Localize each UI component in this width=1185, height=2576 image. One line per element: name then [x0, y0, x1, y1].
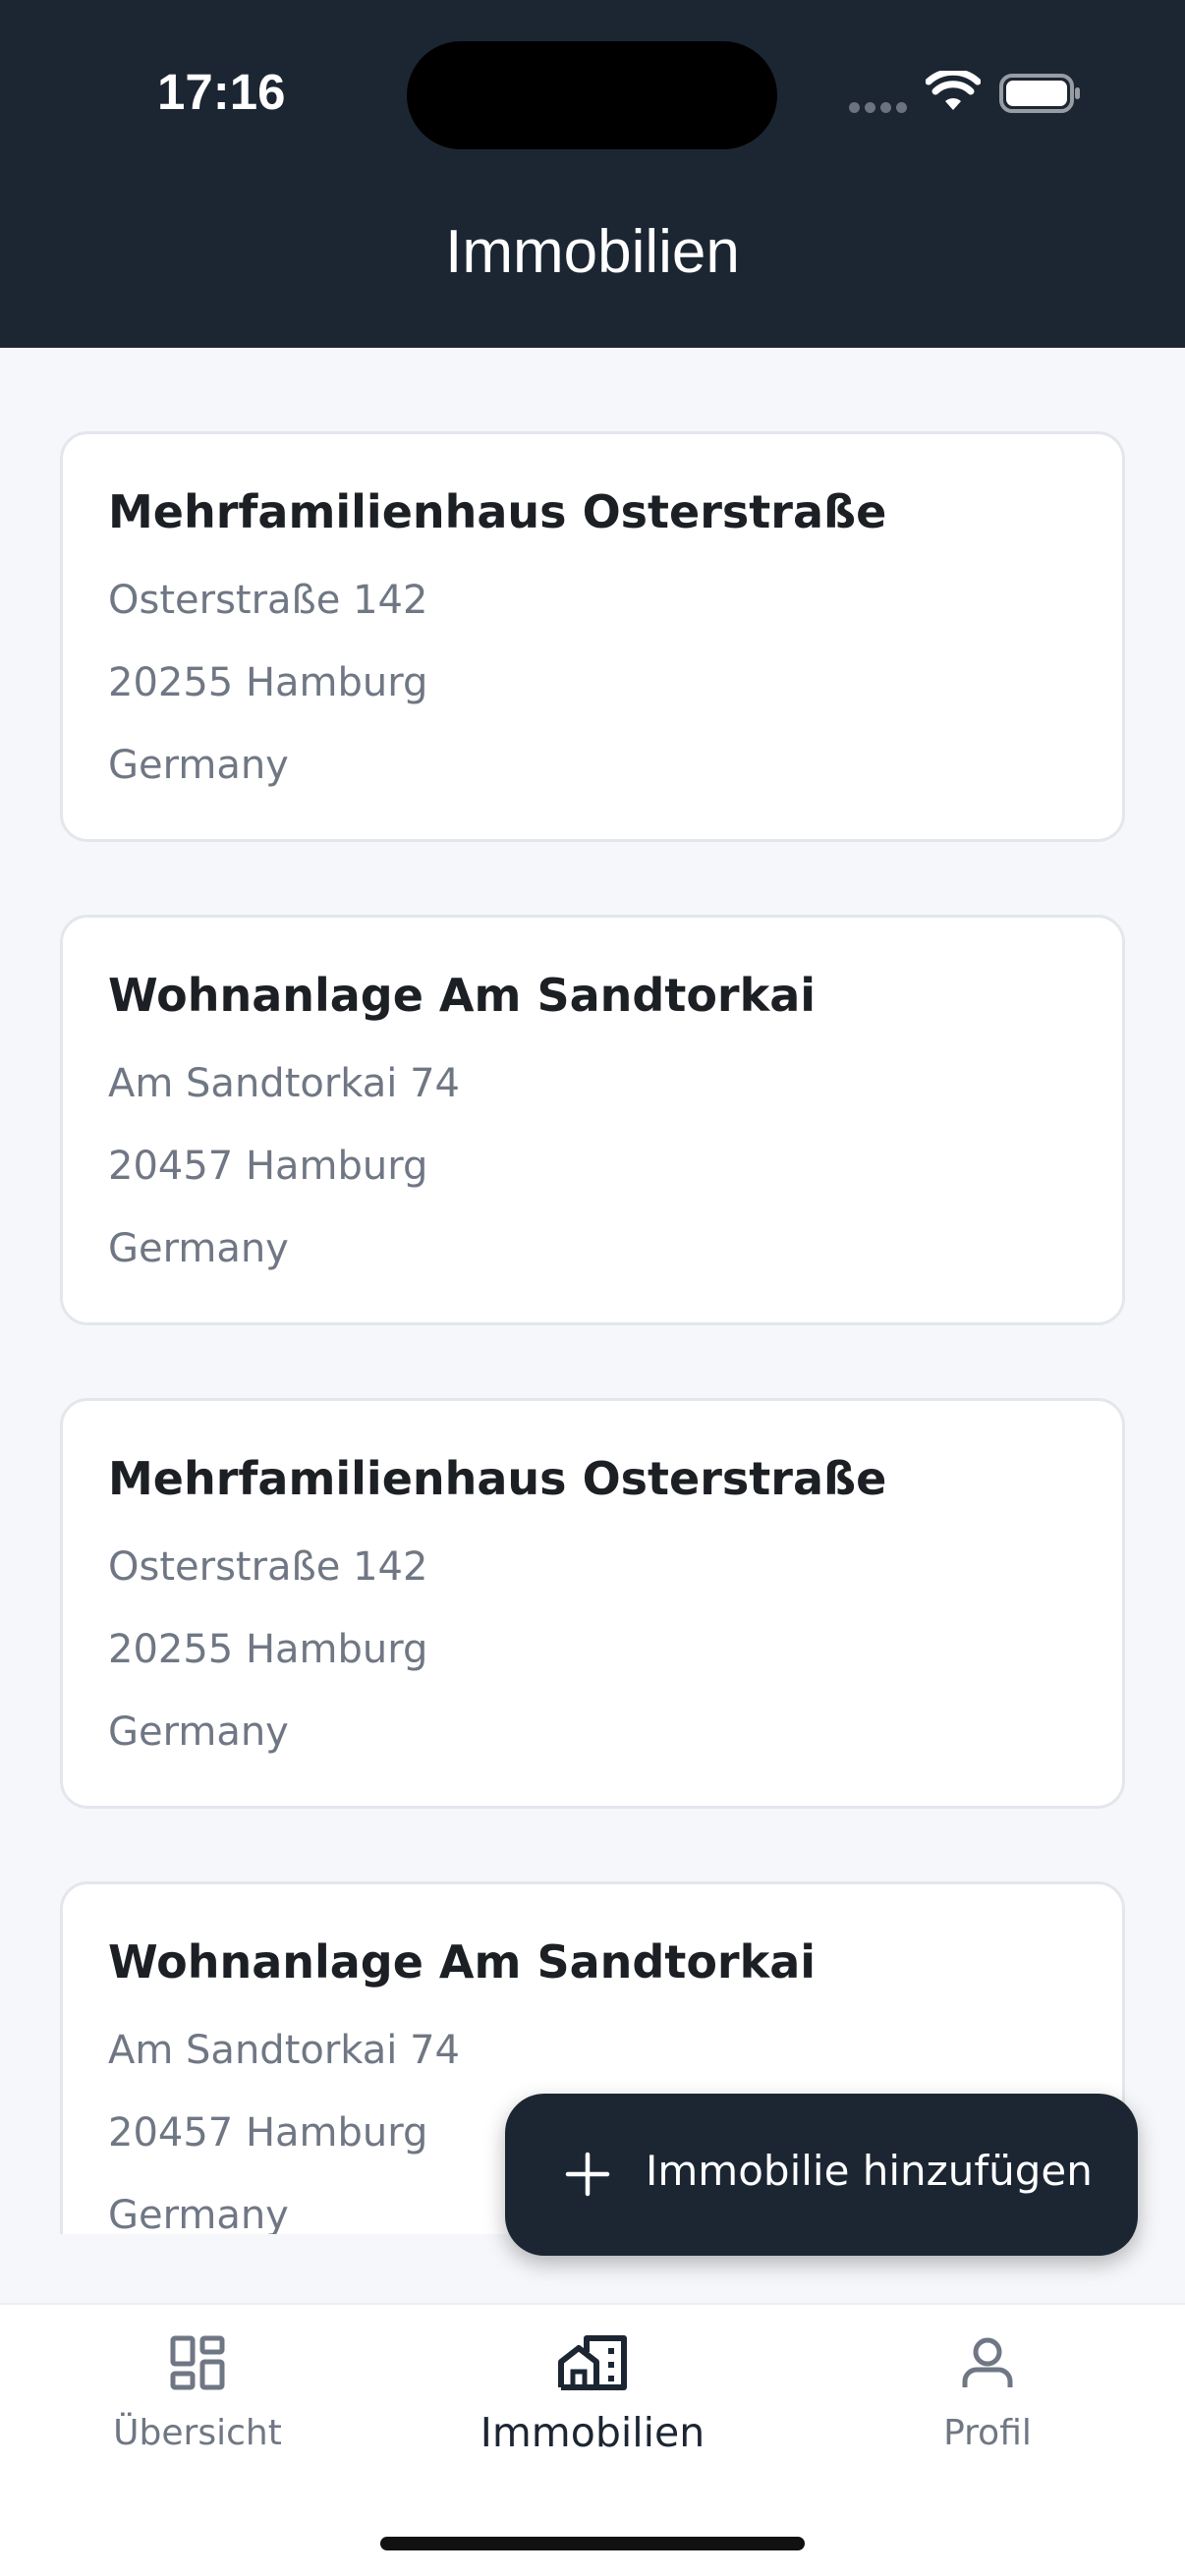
- dashboard-icon: [170, 2335, 225, 2390]
- page-title: Immobilien: [445, 218, 740, 286]
- user-icon: [962, 2337, 1013, 2387]
- status-time: 17:16: [157, 64, 286, 120]
- property-card[interactable]: Mehrfamilienhaus Osterstraße Osterstraße…: [60, 1398, 1125, 1809]
- nav-label: Profil: [943, 2413, 1032, 2453]
- bottom-navigation: Übersicht Immobilien Profil: [0, 2303, 1185, 2576]
- property-city: 20255 Hamburg: [108, 660, 428, 705]
- nav-item-profil[interactable]: Profil: [791, 2334, 1184, 2482]
- battery-icon: [999, 74, 1080, 113]
- property-city: 20457 Hamburg: [108, 1144, 428, 1189]
- property-name: Wohnanlage Am Sandtorkai: [108, 969, 817, 1022]
- property-card[interactable]: Mehrfamilienhaus Osterstraße Osterstraße…: [60, 431, 1125, 842]
- nav-item-immobilien[interactable]: Immobilien: [396, 2334, 789, 2482]
- add-property-button[interactable]: Immobilie hinzufügen: [505, 2094, 1138, 2256]
- property-country: Germany: [108, 1226, 289, 1271]
- property-name: Wohnanlage Am Sandtorkai: [108, 1935, 817, 1988]
- property-street: Osterstraße 142: [108, 578, 428, 623]
- property-country: Germany: [108, 2193, 289, 2234]
- property-city: 20255 Hamburg: [108, 1627, 428, 1672]
- nav-label: Immobilien: [480, 2409, 705, 2456]
- plus-icon: [565, 2152, 610, 2197]
- cellular-signal-icon: [849, 102, 908, 114]
- property-street: Am Sandtorkai 74: [108, 2028, 460, 2073]
- building-icon: [558, 2335, 627, 2390]
- app-header: 17:16 Immobilien: [0, 0, 1185, 348]
- property-country: Germany: [108, 1709, 289, 1755]
- nav-item-uebersicht[interactable]: Übersicht: [1, 2334, 394, 2482]
- property-card[interactable]: Wohnanlage Am Sandtorkai Am Sandtorkai 7…: [60, 915, 1125, 1325]
- add-property-label: Immobilie hinzufügen: [646, 2147, 1093, 2195]
- property-country: Germany: [108, 743, 289, 788]
- property-list[interactable]: Mehrfamilienhaus Osterstraße Osterstraße…: [0, 348, 1185, 2234]
- home-indicator[interactable]: [380, 2537, 805, 2550]
- nav-label: Übersicht: [113, 2413, 282, 2453]
- dynamic-island: [407, 41, 777, 149]
- property-street: Osterstraße 142: [108, 1544, 428, 1590]
- wifi-icon: [926, 71, 981, 110]
- property-street: Am Sandtorkai 74: [108, 1061, 460, 1106]
- property-name: Mehrfamilienhaus Osterstraße: [108, 1452, 887, 1505]
- property-city: 20457 Hamburg: [108, 2110, 428, 2156]
- property-name: Mehrfamilienhaus Osterstraße: [108, 485, 887, 538]
